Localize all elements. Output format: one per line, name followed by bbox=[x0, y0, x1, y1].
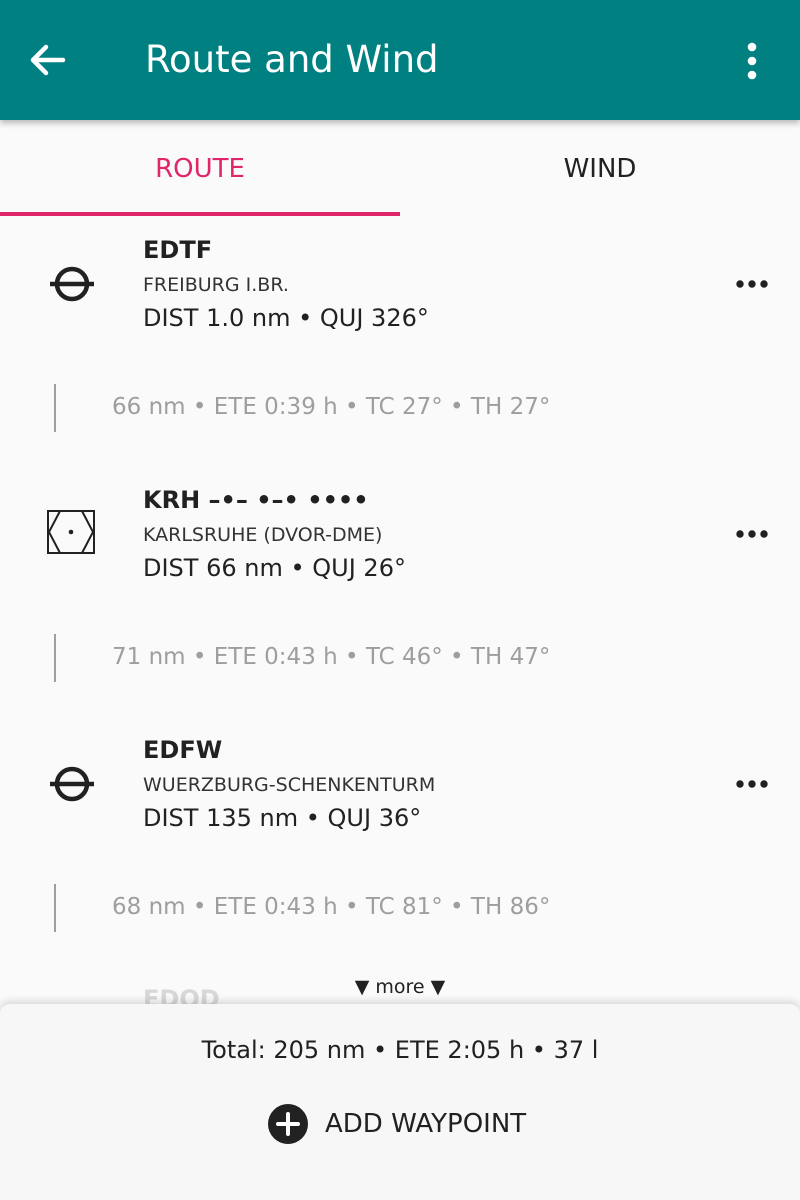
waypoint-more-icon[interactable] bbox=[724, 764, 780, 804]
add-waypoint-label: ADD WAYPOINT bbox=[325, 1109, 527, 1139]
airport-icon bbox=[46, 758, 98, 810]
app-bar: Route and Wind bbox=[0, 0, 800, 120]
page-title: Route and Wind bbox=[145, 38, 439, 81]
route-summary-panel: Total: 205 nm • ETE 2:05 h • 37 l ADD WA… bbox=[0, 1004, 800, 1200]
route-leg: 71 nm • ETE 0:43 h • TC 46° • TH 47° bbox=[0, 634, 800, 684]
leg-info: 71 nm • ETE 0:43 h • TC 46° • TH 47° bbox=[112, 644, 551, 670]
leg-info: 68 nm • ETE 0:43 h • TC 81° • TH 86° bbox=[112, 894, 551, 920]
waypoint-name: KARLSRUHE (DVOR-DME) bbox=[143, 524, 383, 546]
tab-indicator bbox=[0, 212, 400, 216]
waypoint-more-icon[interactable] bbox=[724, 264, 780, 304]
route-leg: 68 nm • ETE 0:43 h • TC 81° • TH 86° bbox=[0, 884, 800, 934]
leg-line bbox=[54, 884, 56, 932]
arrow-back-icon[interactable] bbox=[22, 34, 74, 86]
app-screen: Route and Wind ROUTE WIND EDTF FREIBURG … bbox=[0, 0, 800, 1200]
add-waypoint-button[interactable]: ADD WAYPOINT bbox=[268, 1104, 558, 1146]
add-circle-icon bbox=[268, 1104, 308, 1144]
route-leg: 66 nm • ETE 0:39 h • TC 27° • TH 27° bbox=[0, 384, 800, 434]
leg-line bbox=[54, 634, 56, 682]
airport-icon bbox=[46, 258, 98, 310]
leg-info: 66 nm • ETE 0:39 h • TC 27° • TH 27° bbox=[112, 394, 551, 420]
more-vertical-icon[interactable] bbox=[728, 36, 776, 88]
waypoint-distance: DIST 1.0 nm • QUJ 326° bbox=[143, 304, 429, 332]
waypoint-code: EDFW bbox=[143, 736, 223, 764]
waypoint-name: FREIBURG I.BR. bbox=[143, 274, 289, 296]
more-indicator[interactable]: ▼ more ▼ bbox=[0, 976, 800, 998]
leg-line bbox=[54, 384, 56, 432]
waypoint-item[interactable]: KRH –•– •–• •••• KARLSRUHE (DVOR-DME) DI… bbox=[0, 484, 800, 614]
route-total: Total: 205 nm • ETE 2:05 h • 37 l bbox=[201, 1036, 599, 1064]
vor-dme-icon bbox=[46, 508, 98, 560]
waypoint-distance: DIST 135 nm • QUJ 36° bbox=[143, 804, 422, 832]
tab-bar: ROUTE WIND bbox=[0, 120, 800, 216]
waypoint-code: KRH –•– •–• •••• bbox=[143, 486, 369, 514]
tab-route[interactable]: ROUTE bbox=[0, 120, 400, 216]
waypoint-item[interactable]: EDFW WUERZBURG-SCHENKENTURM DIST 135 nm … bbox=[0, 734, 800, 864]
waypoint-item[interactable]: EDTF FREIBURG I.BR. DIST 1.0 nm • QUJ 32… bbox=[0, 234, 800, 364]
tab-wind[interactable]: WIND bbox=[400, 120, 800, 216]
waypoint-code: EDTF bbox=[143, 236, 213, 264]
waypoint-more-icon[interactable] bbox=[724, 514, 780, 554]
waypoint-name: WUERZBURG-SCHENKENTURM bbox=[143, 774, 436, 796]
waypoint-distance: DIST 66 nm • QUJ 26° bbox=[143, 554, 406, 582]
